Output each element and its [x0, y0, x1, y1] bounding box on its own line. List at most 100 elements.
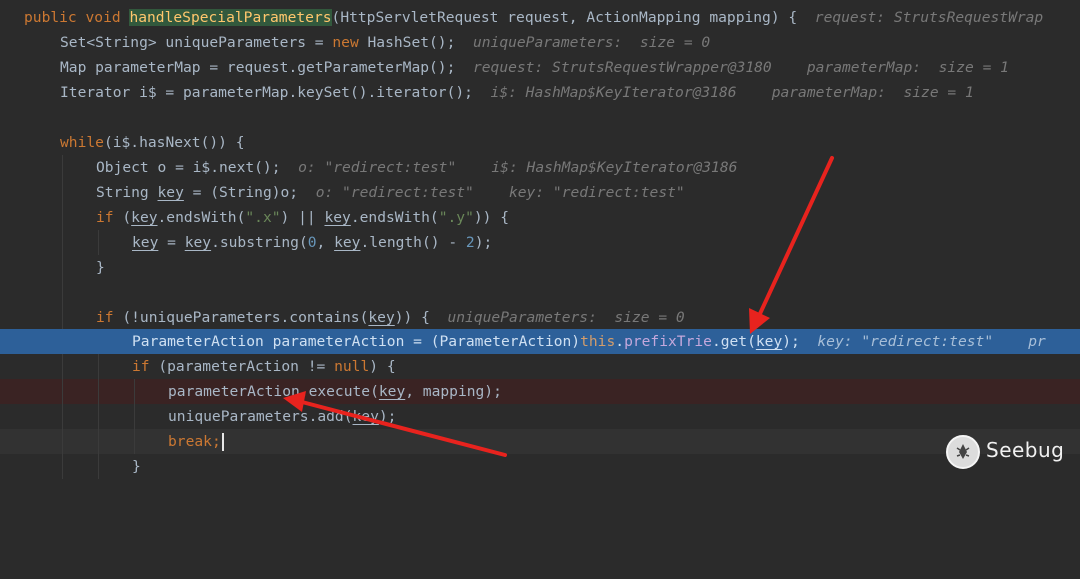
indent-guide [62, 379, 63, 404]
seebug-watermark: Seebug [946, 432, 1066, 472]
keyword: while [60, 134, 104, 151]
inline-debug-value: request: StrutsRequestWrapper@3180 param… [472, 59, 1009, 76]
code-text: ) || [280, 209, 325, 226]
indent-guide [62, 454, 63, 479]
code-text: )) { [394, 309, 430, 326]
code-line[interactable]: uniqueParameters.add(key); [0, 404, 1080, 429]
inline-debug-value: i$: HashMap$KeyIterator@3186 parameterMa… [490, 84, 974, 101]
code-text: (parameterAction != [149, 358, 335, 375]
code-text: } [132, 458, 141, 475]
indent-guide [62, 205, 63, 230]
code-line[interactable]: Iterator i$ = parameterMap.keySet().iter… [0, 80, 1080, 105]
code-line[interactable] [0, 280, 1080, 305]
code-text: parameterAction.execute( [168, 383, 379, 400]
execution-point-line[interactable]: ParameterAction parameterAction = (Param… [0, 329, 1080, 354]
indent-guide [98, 354, 99, 379]
code-text: . [615, 333, 625, 350]
code-text: .substring( [211, 234, 308, 251]
inline-debug-value: uniqueParameters: size = 0 [447, 309, 685, 326]
keyword: public void [24, 9, 130, 26]
code-text: (HttpServletRequest request, ActionMappi… [331, 9, 798, 26]
inline-debug-value: o: "redirect:test" i$: HashMap$KeyIterat… [298, 159, 738, 176]
code-text: .get( [711, 333, 756, 350]
code-editor[interactable]: public void handleSpecialParameters(Http… [0, 0, 1080, 479]
variable-key: key [131, 209, 158, 226]
code-line[interactable]: Set<String> uniqueParameters = new HashS… [0, 30, 1080, 55]
inline-debug-value: uniqueParameters: size = 0 [472, 34, 711, 51]
keyword: if [96, 309, 114, 326]
code-text: ( [113, 209, 132, 226]
number-literal: 2 [465, 234, 475, 251]
indent-guide [98, 379, 99, 404]
code-line[interactable]: if (parameterAction != null) { [0, 354, 1080, 379]
code-text: .endsWith( [350, 209, 439, 226]
indent-guide [134, 379, 135, 404]
code-text: HashSet(); [358, 34, 456, 51]
code-text: ) { [369, 358, 396, 375]
code-text: ); [378, 408, 397, 425]
indent-guide [62, 404, 63, 429]
indent-guide [98, 429, 99, 454]
code-text: Set<String> uniqueParameters = [60, 34, 333, 51]
code-line[interactable]: if (key.endsWith(".x") || key.endsWith("… [0, 205, 1080, 230]
code-text: .length() - [360, 234, 466, 251]
code-text: = [158, 234, 185, 251]
code-line[interactable]: Object o = i$.next(); o: "redirect:test"… [0, 155, 1080, 180]
code-text: ); [474, 234, 493, 251]
indent-guide [62, 255, 63, 280]
indent-guide [62, 280, 63, 305]
variable-key: key [324, 209, 351, 226]
code-text: Object o = i$.next(); [96, 159, 281, 176]
variable-key: key [157, 184, 184, 201]
keyword: if [132, 358, 150, 375]
number-literal: 0 [307, 234, 317, 251]
code-text: Iterator i$ = parameterMap.keySet().iter… [60, 84, 473, 101]
code-text: )) { [473, 209, 510, 226]
variable-key: key [755, 333, 783, 350]
indent-guide [98, 454, 99, 479]
caret-line[interactable]: break; [0, 429, 1080, 454]
code-text: (!uniqueParameters.contains( [113, 309, 369, 326]
indent-guide [62, 155, 63, 180]
variable-key: key [334, 234, 361, 251]
watermark-brand: Seebug [986, 438, 1065, 462]
field-name: prefixTrie [624, 333, 712, 350]
code-text: Map parameterMap = request.getParameterM… [60, 59, 456, 76]
indent-guide [134, 429, 135, 454]
code-text: String [96, 184, 158, 201]
inline-debug-value: request: StrutsRequestWrap [814, 9, 1044, 26]
code-line[interactable]: } [0, 454, 1080, 479]
variable-key: key [368, 309, 395, 326]
indent-guide [62, 305, 63, 330]
code-line[interactable]: key = key.substring(0, key.length() - 2)… [0, 230, 1080, 255]
code-text: } [96, 259, 105, 276]
code-text: .endsWith( [157, 209, 246, 226]
code-line[interactable]: public void handleSpecialParameters(Http… [0, 5, 1080, 30]
keyword: new [332, 34, 359, 51]
string-literal: ".y" [438, 209, 474, 226]
keyword: break [168, 433, 212, 450]
code-line[interactable]: while(i$.hasNext()) { [0, 130, 1080, 155]
code-line[interactable]: } [0, 255, 1080, 280]
indent-guide [62, 230, 63, 255]
keyword: null [334, 358, 370, 375]
indent-guide [62, 354, 63, 379]
code-text: = (String)o; [183, 184, 299, 201]
breakpoint-line[interactable]: parameterAction.execute(key, mapping); [0, 379, 1080, 404]
indent-guide [134, 404, 135, 429]
string-literal: ".x" [245, 209, 281, 226]
method-name-highlighted: handleSpecialParameters [129, 9, 332, 26]
variable-key: key [352, 408, 379, 425]
code-text: ); [782, 333, 800, 350]
bug-logo-icon [946, 435, 980, 469]
code-text: ; [211, 433, 221, 450]
keyword: this [580, 333, 616, 350]
indent-guide [62, 180, 63, 205]
code-line[interactable]: String key = (String)o; o: "redirect:tes… [0, 180, 1080, 205]
code-line[interactable]: Map parameterMap = request.getParameterM… [0, 55, 1080, 80]
code-line[interactable]: if (!uniqueParameters.contains(key)) { u… [0, 305, 1080, 330]
indent-guide [62, 429, 63, 454]
variable-key: key [184, 234, 212, 251]
inline-debug-value: o: "redirect:test" key: "redirect:test" [315, 184, 685, 201]
indent-guide [98, 230, 99, 255]
